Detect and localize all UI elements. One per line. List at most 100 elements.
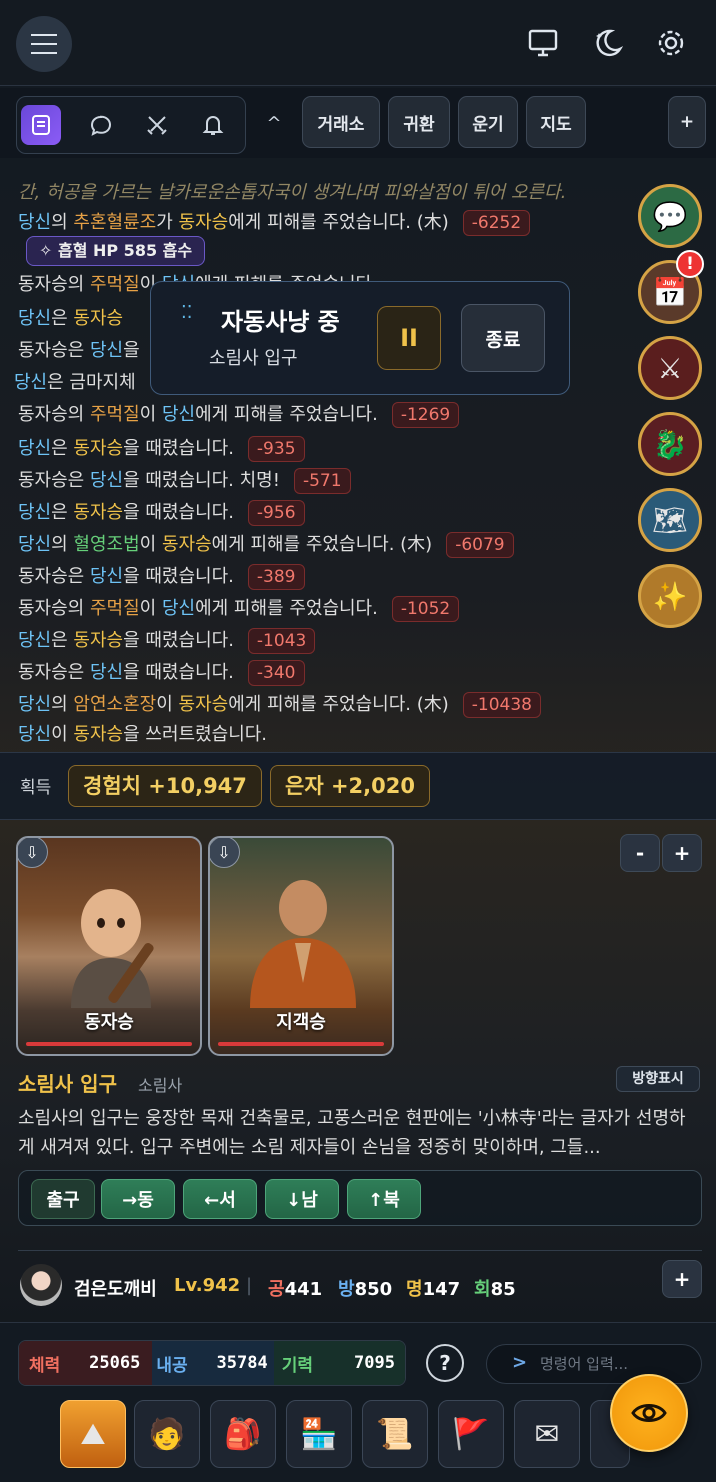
damage-badge: -6079: [446, 532, 514, 558]
monk-elder-portrait: [250, 880, 356, 1008]
log-text: 당신: [18, 502, 52, 523]
damage-badge: -1269: [391, 402, 460, 428]
nav-mountain-icon[interactable]: ⛰: [60, 1400, 126, 1468]
tab-map[interactable]: 지도: [526, 96, 586, 148]
log-text: 은: [51, 630, 74, 651]
pause-button[interactable]: II: [377, 306, 441, 370]
eye-icon[interactable]: [610, 1374, 688, 1452]
avatar[interactable]: [20, 1264, 62, 1306]
log-text: 당신: [161, 404, 196, 425]
monster-hp-bar: [218, 1042, 384, 1046]
log-text: 동자승: [73, 502, 124, 523]
log-text: 당신: [161, 598, 196, 619]
silver-gain-badge: 은자 +2,020: [270, 765, 430, 807]
stat-accuracy: 명147: [406, 1279, 461, 1300]
log-line-faded: 간, 허공을 가르는 날카로운손톱자국이 생겨나며 피와살점이 튀어 오른다.: [18, 182, 567, 203]
character-expand-button[interactable]: +: [662, 1260, 702, 1298]
drag-handle-icon[interactable]: ⁚⁚: [181, 304, 195, 322]
log-text: 동자승: [73, 724, 124, 745]
monk-child-portrait: [71, 889, 154, 1008]
log-text: 을 쓰러트렸습니다.: [123, 724, 268, 745]
chat-bubble-icon[interactable]: [81, 105, 121, 145]
log-line: 당신의 암연소혼장이 동자승에게 피해를 주었습니다. (木) -10438: [18, 690, 541, 718]
nav-inventory-bag-icon[interactable]: 🎒: [210, 1400, 276, 1468]
monster-hp-bar: [26, 1042, 192, 1046]
damage-badge: -571: [293, 468, 351, 494]
exit-west-button[interactable]: ←서: [183, 1179, 257, 1219]
down-arrow-icon[interactable]: ⇩: [18, 838, 48, 868]
nav-mail-icon[interactable]: ✉: [514, 1400, 580, 1468]
log-text: 의: [51, 212, 74, 233]
nav-shop-icon[interactable]: 🏪: [286, 1400, 352, 1468]
chevron-up-icon[interactable]: ^: [262, 108, 286, 138]
gear-icon[interactable]: [654, 26, 688, 60]
command-input[interactable]: [540, 1352, 690, 1376]
dragon-icon[interactable]: 🐉: [638, 412, 702, 476]
down-arrow-icon[interactable]: ⇩: [210, 838, 240, 868]
log-text: 동자승: [73, 438, 124, 459]
tab-trade[interactable]: 거래소: [302, 96, 380, 148]
hamburger-menu-icon[interactable]: [16, 16, 72, 72]
zoom-out-button[interactable]: -: [620, 834, 660, 872]
scroll-log-icon[interactable]: [21, 105, 61, 145]
log-text: 이: [156, 694, 179, 715]
reward-label: 획득: [20, 778, 52, 798]
nav-character-icon[interactable]: 🧑: [134, 1400, 200, 1468]
damage-badge: -389: [247, 564, 305, 590]
auto-hunt-title: 자동사냥 중: [221, 308, 340, 336]
battle-swords-icon[interactable]: ⚔: [638, 336, 702, 400]
direction-toggle-button[interactable]: 방향표시: [616, 1066, 700, 1092]
monster-card[interactable]: ⇩ 동자승: [16, 836, 202, 1056]
log-text: 당신: [89, 566, 124, 587]
log-text: 당신: [18, 724, 52, 745]
monster-card[interactable]: ⇩ 지객승: [208, 836, 394, 1056]
zoom-in-button[interactable]: +: [662, 834, 702, 872]
exit-buttons: 출구 →동 ←서 ↓남 ↑북: [18, 1170, 702, 1226]
log-text: 추혼혈륜조: [73, 212, 157, 233]
vitals-bar: 체력 25065 내공 35784 기력 7095: [18, 1340, 406, 1386]
exp-gain-badge: 경험치 +10,947: [68, 765, 262, 807]
log-line: 당신은 동자승을 때렸습니다. -956: [18, 498, 305, 526]
log-text: 의: [51, 694, 74, 715]
log-text: 당신: [89, 662, 124, 683]
exit-east-button[interactable]: →동: [101, 1179, 175, 1219]
moon-stars-icon[interactable]: [590, 26, 624, 60]
exit-south-button[interactable]: ↓남: [265, 1179, 339, 1219]
character-name: 검은도깨비: [74, 1279, 157, 1300]
nav-quest-scroll-icon[interactable]: 📜: [362, 1400, 428, 1468]
log-text: 동자승은: [18, 340, 90, 361]
log-text: 을 때렸습니다.: [123, 502, 234, 523]
crossed-swords-icon[interactable]: [137, 105, 177, 145]
map-scroll-icon[interactable]: 🗺: [638, 488, 702, 552]
log-text: 당신: [18, 438, 52, 459]
log-text: 동자승: [73, 630, 124, 651]
log-line: 동자승은 당신을 때렸습니다. 치명! -571: [18, 466, 351, 494]
nav-guild-banner-icon[interactable]: 🚩: [438, 1400, 504, 1468]
log-text: 에게 피해를 주었습니다. (木): [228, 212, 449, 233]
tab-luck[interactable]: 운기: [458, 96, 518, 148]
monitor-icon[interactable]: [526, 26, 560, 60]
log-text: 동자승: [161, 534, 212, 555]
stop-hunt-button[interactable]: 종료: [461, 304, 545, 372]
log-line: 당신은 동자승을 때렸습니다. -1043: [18, 626, 316, 654]
log-text: 당신: [18, 694, 52, 715]
vital-stamina: 기력 7095: [273, 1341, 405, 1385]
log-text: 은: [51, 502, 74, 523]
help-button[interactable]: ?: [426, 1344, 464, 1382]
stat-evasion: 회85: [474, 1279, 516, 1300]
damage-badge: -935: [247, 436, 305, 462]
exit-north-button[interactable]: ↑북: [347, 1179, 421, 1219]
tab-return[interactable]: 귀환: [388, 96, 450, 148]
log-text: 을 때렸습니다. 치명!: [123, 470, 280, 491]
sparkle-skill-icon[interactable]: ✨: [638, 564, 702, 628]
log-text: 은: [51, 438, 74, 459]
log-line: 동자승의 주먹질이 당신에게 피해를 주었습니다. -1052: [18, 594, 460, 622]
chat-shortcut-icon[interactable]: 💬: [638, 184, 702, 248]
log-text: 을: [123, 340, 140, 361]
exit-button[interactable]: 출구: [31, 1179, 95, 1219]
add-tab-button[interactable]: +: [668, 96, 706, 148]
log-text: 에게 피해를 주었습니다. (木): [211, 534, 433, 555]
log-line: 동자승은 당신을 때렸습니다. -340: [18, 658, 305, 686]
bell-icon[interactable]: [193, 105, 233, 145]
log-text: 주먹질: [89, 274, 140, 295]
